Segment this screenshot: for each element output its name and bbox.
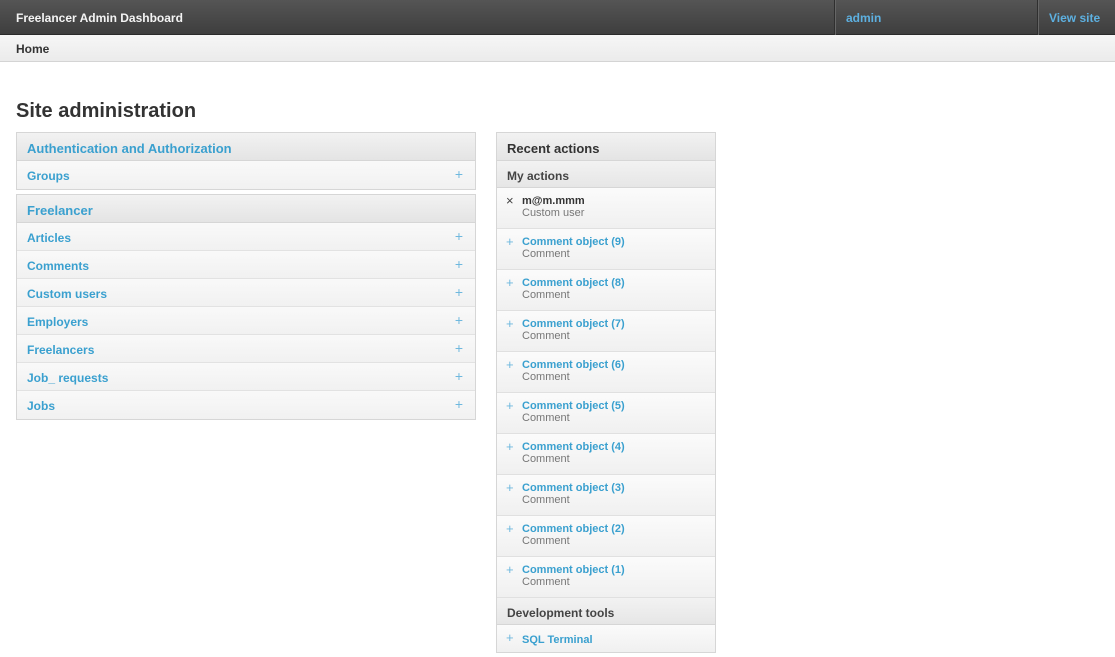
model-link-job-requests[interactable]: Job_ requests: [27, 371, 108, 385]
add-jobs-icon[interactable]: +: [455, 397, 463, 411]
app-module-auth: Authentication and Authorization Groups …: [16, 132, 476, 190]
sql-terminal-link[interactable]: SQL Terminal: [522, 634, 593, 646]
model-row-job-requests: Job_ requests +: [17, 363, 475, 391]
action-item: + Comment object (5) Comment: [497, 393, 715, 434]
action-link[interactable]: Comment object (6): [522, 359, 715, 371]
model-link-employers[interactable]: Employers: [27, 315, 88, 329]
action-item: + Comment object (2) Comment: [497, 516, 715, 557]
add-freelancers-icon[interactable]: +: [455, 341, 463, 355]
addition-icon: +: [506, 316, 514, 331]
app-module-freelancer: Freelancer Articles + Comments + Custom …: [16, 194, 476, 420]
addition-icon: +: [506, 521, 514, 536]
addition-icon: +: [506, 480, 514, 495]
addition-icon: +: [506, 630, 514, 645]
app-caption-freelancer[interactable]: Freelancer: [17, 195, 475, 223]
add-groups-icon[interactable]: +: [455, 167, 463, 181]
action-type: Comment: [522, 412, 570, 424]
action-title: m@m.mmm: [522, 195, 585, 207]
model-row-comments: Comments +: [17, 251, 475, 279]
dev-tool-item: + SQL Terminal: [497, 625, 715, 652]
action-type: Comment: [522, 494, 570, 506]
action-type: Comment: [522, 289, 570, 301]
addition-icon: +: [506, 439, 514, 454]
model-link-articles[interactable]: Articles: [27, 231, 71, 245]
model-link-comments[interactable]: Comments: [27, 259, 89, 273]
breadcrumb-home[interactable]: Home: [16, 42, 49, 56]
addition-icon: +: [506, 562, 514, 577]
action-item: × m@m.mmm Custom user: [497, 188, 715, 229]
model-row-groups: Groups +: [17, 161, 475, 189]
add-custom-users-icon[interactable]: +: [455, 285, 463, 299]
add-articles-icon[interactable]: +: [455, 229, 463, 243]
addition-icon: +: [506, 398, 514, 413]
view-site-link[interactable]: View site: [1049, 11, 1100, 25]
model-link-freelancers[interactable]: Freelancers: [27, 343, 94, 357]
action-item: + Comment object (1) Comment: [497, 557, 715, 598]
user-menu-link[interactable]: admin: [846, 11, 881, 25]
action-type: Comment: [522, 576, 570, 588]
model-link-groups[interactable]: Groups: [27, 169, 70, 183]
action-type: Comment: [522, 453, 570, 465]
model-link-jobs[interactable]: Jobs: [27, 399, 55, 413]
action-link[interactable]: Comment object (3): [522, 482, 715, 494]
action-link[interactable]: Comment object (2): [522, 523, 715, 535]
add-job-requests-icon[interactable]: +: [455, 369, 463, 383]
addition-icon: +: [506, 234, 514, 249]
model-row-articles: Articles +: [17, 223, 475, 251]
action-type: Comment: [522, 535, 570, 547]
model-link-custom-users[interactable]: Custom users: [27, 287, 107, 301]
add-employers-icon[interactable]: +: [455, 313, 463, 327]
action-item: + Comment object (8) Comment: [497, 270, 715, 311]
recent-actions-caption: Recent actions: [497, 133, 715, 161]
app-caption-auth[interactable]: Authentication and Authorization: [17, 133, 475, 161]
add-comments-icon[interactable]: +: [455, 257, 463, 271]
action-item: + Comment object (4) Comment: [497, 434, 715, 475]
my-actions-caption: My actions: [497, 161, 715, 188]
action-type: Custom user: [522, 207, 585, 219]
action-link[interactable]: Comment object (5): [522, 400, 715, 412]
model-row-employers: Employers +: [17, 307, 475, 335]
action-item: + Comment object (7) Comment: [497, 311, 715, 352]
action-type: Comment: [522, 330, 570, 342]
delete-icon: ×: [506, 193, 514, 208]
model-row-custom-users: Custom users +: [17, 279, 475, 307]
model-row-freelancers: Freelancers +: [17, 335, 475, 363]
user-menu-area: admin: [834, 0, 1037, 35]
action-link[interactable]: Comment object (7): [522, 318, 715, 330]
action-type: Comment: [522, 371, 570, 383]
addition-icon: +: [506, 357, 514, 372]
action-item: + Comment object (9) Comment: [497, 229, 715, 270]
header-bar: Freelancer Admin Dashboard admin View si…: [0, 0, 1115, 35]
breadcrumb: Home: [0, 35, 1115, 62]
development-tools-caption: Development tools: [497, 598, 715, 625]
site-brand[interactable]: Freelancer Admin Dashboard: [16, 11, 183, 25]
view-site-area: View site: [1037, 0, 1115, 35]
action-link[interactable]: Comment object (1): [522, 564, 715, 576]
model-row-jobs: Jobs +: [17, 391, 475, 419]
action-link[interactable]: Comment object (8): [522, 277, 715, 289]
addition-icon: +: [506, 275, 514, 290]
action-item: + Comment object (3) Comment: [497, 475, 715, 516]
page-title: Site administration: [16, 100, 197, 122]
recent-actions-module: Recent actions My actions × m@m.mmm Cust…: [496, 132, 716, 653]
action-item: + Comment object (6) Comment: [497, 352, 715, 393]
action-type: Comment: [522, 248, 570, 260]
action-link[interactable]: Comment object (4): [522, 441, 715, 453]
action-link[interactable]: Comment object (9): [522, 236, 715, 248]
